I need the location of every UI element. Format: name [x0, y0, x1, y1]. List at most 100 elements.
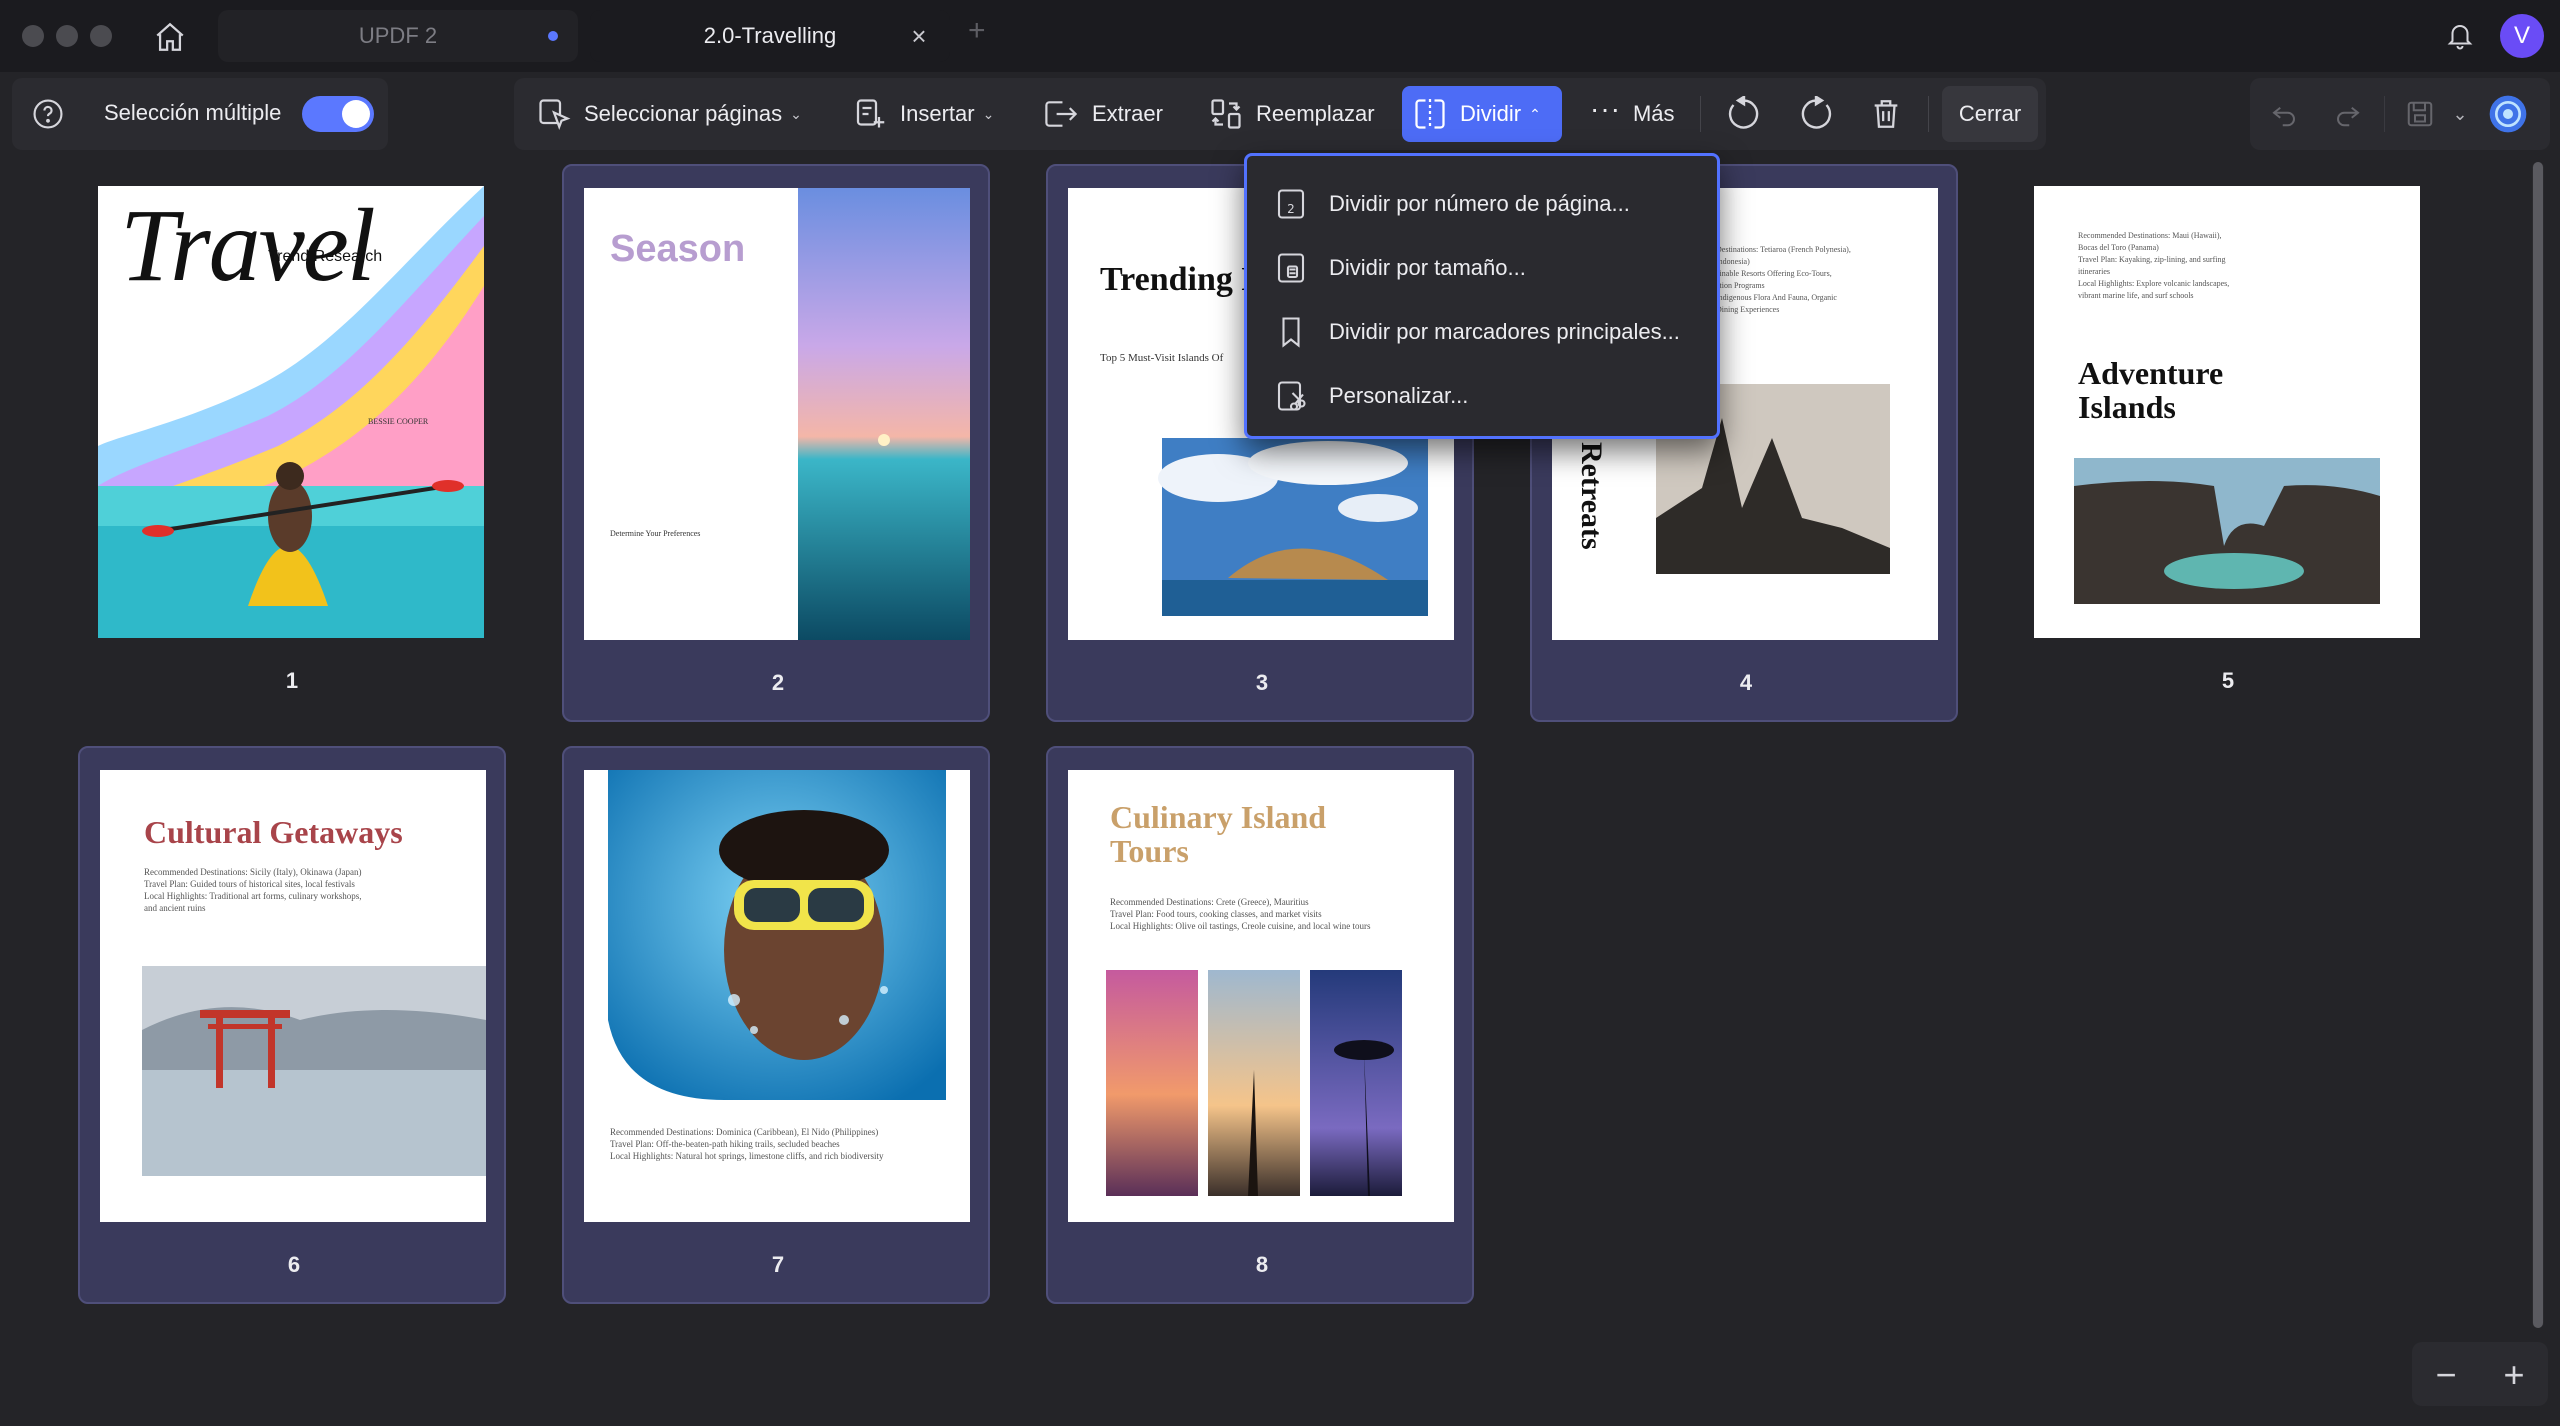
redo-button[interactable] [2326, 92, 2370, 136]
page5-text: Recommended Destinations: Maui (Hawaii),… [2078, 230, 2398, 302]
page-card-1[interactable]: Travel Trend Research BESSIE COOPER 1 [78, 164, 506, 722]
close-page-tools-button[interactable]: Cerrar [1942, 86, 2038, 142]
text-line: Recommended Destinations: Crete (Greece)… [1110, 897, 1309, 907]
rotate-right-button[interactable] [1794, 92, 1838, 136]
toolbar-divider [2384, 96, 2385, 132]
rotate-left-icon [1728, 96, 1759, 129]
page-number-2: 2 [771, 670, 785, 695]
text-line: Recommended Destinations: Dominica (Cari… [610, 1127, 879, 1137]
avatar-letter: V [2513, 22, 2530, 49]
undo-button[interactable] [2262, 92, 2306, 136]
zoom-out-minus-icon[interactable]: − [2426, 1354, 2466, 1396]
menu-item-split-by-size[interactable]: Dividir por tamaño... [1273, 244, 1526, 292]
tab-travelling[interactable]: 2.0-Travelling × [590, 10, 950, 62]
insert-button[interactable]: Insertar ⌄ [842, 86, 1004, 142]
redo-icon [2337, 106, 2360, 127]
split-dropdown-menu: 2 Dividir por número de página... Dividi… [1244, 153, 1720, 439]
save-icon [2407, 101, 2433, 127]
page-number-5: 5 [2221, 668, 2235, 693]
replace-button[interactable]: Reemplazar [1198, 86, 1385, 142]
page2-heading: Determine Your Preferences [610, 529, 701, 538]
zoom-window-button[interactable] [90, 25, 112, 47]
new-tab-plus-icon[interactable]: + [968, 14, 986, 48]
page-number-icon: 2 [1277, 189, 1305, 219]
vertical-scrollbar-thumb[interactable] [2533, 162, 2543, 1328]
text-line: Destinations: Tetiaroa (French Polynesia… [1716, 245, 1851, 254]
chevron-up-icon: ⌃ [1529, 105, 1541, 122]
split-button[interactable]: Dividir ⌃ [1402, 86, 1562, 142]
delete-button[interactable] [1864, 92, 1908, 136]
zoom-controls: − + [2412, 1342, 2548, 1406]
page-number-3: 3 [1255, 670, 1269, 695]
text-line: and ancient ruins [144, 903, 206, 913]
close-tab-icon[interactable]: × [902, 21, 936, 52]
select-pages-label: Seleccionar páginas [584, 101, 783, 126]
page-thumbnail-5: Recommended Destinations: Maui (Hawaii),… [2034, 186, 2420, 638]
page-card-5[interactable]: Recommended Destinations: Maui (Hawaii),… [2014, 164, 2442, 722]
cover-author: BESSIE COOPER [368, 417, 429, 426]
menu-item-split-by-page-number[interactable]: 2 Dividir por número de página... [1273, 180, 1630, 228]
toolbar-divider [1700, 96, 1701, 132]
notifications-button[interactable] [2440, 16, 2480, 56]
zoom-in-plus-icon[interactable]: + [2494, 1354, 2534, 1396]
text-line: ation Programs [1716, 281, 1765, 290]
page-thumbnail-6: Cultural Getaways Recommended Destinatio… [100, 770, 486, 1222]
select-cursor-icon [539, 99, 571, 130]
tab-updf-2[interactable]: UPDF 2 [218, 10, 578, 62]
help-button[interactable] [26, 92, 70, 136]
minimize-window-button[interactable] [56, 25, 78, 47]
cover-subtitle: Trend Research [268, 248, 383, 265]
bookmark-icon [1282, 317, 1300, 348]
menu-item-label: Dividir por número de página... [1329, 191, 1630, 216]
updf-window: UPDF 2 2.0-Travelling × + V Selección mú… [0, 0, 2560, 1426]
rotate-left-button[interactable] [1722, 92, 1766, 136]
text-line: Local Highlights: Traditional art forms,… [144, 891, 362, 901]
text-line: Travel Plan: Guided tours of historical … [144, 879, 355, 889]
page-number-1: 1 [285, 668, 299, 693]
text-line: Travel Plan: Kayaking, zip-lining, and s… [2078, 255, 2226, 264]
page7-text: Recommended Destinations: Dominica (Cari… [610, 1126, 960, 1162]
page-card-7[interactable]: Recommended Destinations: Dominica (Cari… [562, 746, 990, 1304]
page4-title: Retreats [1575, 442, 1608, 550]
page2-title: Season [610, 228, 746, 270]
undo-icon [2272, 106, 2295, 127]
text-line: Travel Plan: Off-the-beaten-path hiking … [610, 1139, 840, 1149]
page-card-2[interactable]: Season Determine Your Preferences 2 [562, 164, 990, 722]
text-line: Travel Plan: Food tours, cooking classes… [1110, 909, 1322, 919]
ai-assistant-button[interactable] [2486, 92, 2530, 136]
home-icon [156, 22, 184, 51]
menu-item-label: Dividir por tamaño... [1329, 255, 1526, 280]
custom-scissors-icon [1277, 381, 1306, 411]
page5-title: Adventure Islands [2078, 355, 2224, 425]
page-card-6[interactable]: Cultural Getaways Recommended Destinatio… [78, 746, 506, 1304]
page-thumbnail-1: Travel Trend Research BESSIE COOPER [98, 186, 484, 638]
svg-text:2: 2 [1287, 202, 1295, 216]
cover-title: Travel [120, 188, 376, 303]
menu-item-split-by-bookmarks[interactable]: Dividir por marcadores principales... [1273, 308, 1680, 356]
close-window-button[interactable] [22, 25, 44, 47]
trash-icon [1874, 100, 1898, 128]
page-thumbnail-2: Season Determine Your Preferences [584, 188, 970, 640]
save-button[interactable] [2398, 92, 2442, 136]
text-line: vibrant marine life, and surf schools [2078, 291, 2194, 300]
page-card-8[interactable]: Culinary Island Tours Recommended Destin… [1046, 746, 1474, 1304]
more-button[interactable]: ··· Más [1580, 86, 1685, 142]
text-line: Dining Experiences [1716, 305, 1780, 314]
select-pages-button[interactable]: Seleccionar páginas ⌄ [526, 86, 812, 142]
page-number-4: 4 [1739, 670, 1753, 695]
replace-label: Reemplazar [1256, 101, 1375, 126]
help-icon [33, 99, 63, 129]
page-number-6: 6 [287, 1252, 301, 1277]
menu-item-customize[interactable]: Personalizar... [1273, 372, 1468, 420]
multi-select-toggle[interactable] [302, 96, 374, 132]
page8-text: Recommended Destinations: Crete (Greece)… [1110, 896, 1440, 932]
page-number-7: 7 [771, 1252, 785, 1277]
chevron-down-icon: ⌄ [2452, 103, 2468, 124]
user-avatar[interactable]: V [2500, 14, 2544, 58]
text-line: ainable Resorts Offering Eco-Tours, [1716, 269, 1832, 278]
extract-button[interactable]: Extraer [1032, 86, 1173, 142]
save-options-button[interactable]: ⌄ [2440, 92, 2480, 136]
page-thumbnail-8: Culinary Island Tours Recommended Destin… [1068, 770, 1454, 1222]
insert-page-icon [856, 99, 885, 128]
home-button[interactable] [150, 17, 190, 57]
